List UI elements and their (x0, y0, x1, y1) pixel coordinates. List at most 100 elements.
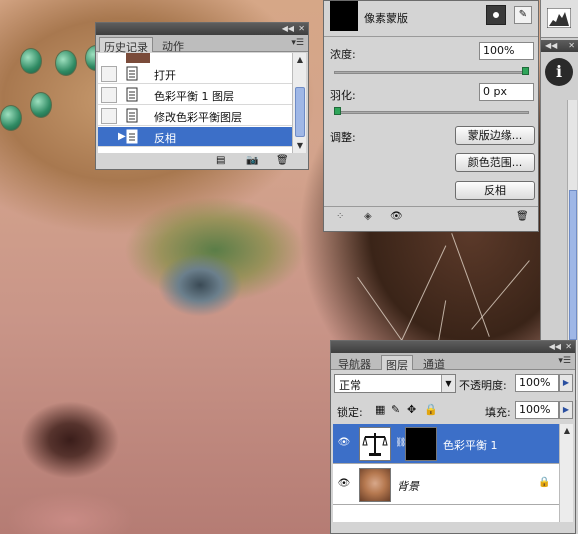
history-item-label: 反相 (154, 132, 176, 145)
dock-titlebar[interactable]: ◀◀ ✕ (541, 40, 578, 52)
collapse-icon[interactable]: ◀◀ (545, 41, 557, 51)
close-icon[interactable]: ✕ (568, 41, 575, 51)
density-slider-track[interactable] (334, 71, 529, 74)
balance-scale-icon (362, 433, 388, 456)
collapse-icon[interactable]: ◀◀ (549, 342, 561, 352)
history-state-checkbox[interactable] (101, 66, 117, 82)
apply-mask-icon[interactable]: ◈ (364, 211, 372, 222)
eye-icon[interactable]: 👁 (337, 436, 351, 450)
scrollbar-thumb[interactable] (295, 87, 305, 137)
masks-panel: 像素蒙版 ✎ 浓度: 100% 羽化: 0 px 调整: 蒙版边缘... 颜色范… (323, 0, 539, 232)
close-icon[interactable]: ✕ (298, 24, 305, 34)
history-item-selected[interactable]: ▶ 反相 (98, 127, 296, 147)
jewel-decoration (20, 48, 42, 74)
history-item-label: 打开 (154, 69, 176, 82)
history-state-checkbox[interactable] (101, 87, 117, 103)
history-panel: ◀◀ ✕ 历史记录 动作 ▾☰ 打开 色彩平衡 1 图层 修改色彩平衡图层 ▶ … (95, 22, 309, 170)
scroll-down-icon[interactable]: ▼ (295, 141, 305, 151)
lock-label: 锁定: (337, 406, 363, 419)
history-state-checkbox[interactable] (101, 108, 117, 124)
pixel-mask-icon[interactable] (486, 5, 506, 25)
eye-icon[interactable]: 👁 (390, 211, 403, 222)
adjust-label: 调整: (330, 131, 356, 144)
density-slider-knob[interactable] (522, 67, 529, 75)
tab-layers[interactable]: 图层 (381, 355, 413, 372)
layer-mask-thumbnail[interactable] (405, 427, 437, 461)
history-titlebar[interactable]: ◀◀ ✕ (96, 23, 308, 35)
density-field[interactable]: 100% (479, 42, 534, 60)
tab-history[interactable]: 历史记录 (99, 37, 153, 54)
blend-mode-select[interactable]: 正常 ▼ (334, 374, 456, 393)
layers-panel: ◀◀ ✕ 导航器 图层 通道 ▾☰ 正常 ▼ 不透明度: 100% ▶ 锁定: … (330, 340, 576, 534)
lock-icon: 🔒 (538, 477, 551, 488)
history-item[interactable]: 修改色彩平衡图层 (98, 106, 296, 126)
lock-transparent-icon[interactable]: ▦ (375, 403, 385, 416)
feather-slider-knob[interactable] (334, 107, 341, 115)
hair-strand (357, 276, 404, 344)
divider (324, 36, 538, 37)
adjustment-layer-icon[interactable] (359, 427, 391, 461)
tab-actions[interactable]: 动作 (158, 37, 188, 53)
lock-all-icon[interactable]: 🔒 (424, 403, 438, 416)
history-state-checkbox[interactable] (101, 129, 117, 145)
opacity-field[interactable]: 100% (515, 374, 559, 392)
load-selection-icon[interactable]: ⁘ (336, 211, 344, 222)
info-icon[interactable]: i (545, 58, 573, 86)
hair-strand (471, 260, 530, 330)
chevron-down-icon[interactable]: ▼ (441, 375, 455, 392)
blend-mode-value: 正常 (339, 379, 361, 392)
eye-icon[interactable]: 👁 (337, 477, 351, 491)
tab-channels[interactable]: 通道 (419, 355, 449, 371)
close-icon[interactable]: ✕ (565, 342, 572, 352)
layer-name[interactable]: 色彩平衡 1 (443, 437, 498, 453)
vector-mask-icon[interactable]: ✎ (514, 6, 532, 24)
scroll-up-icon[interactable]: ▲ (295, 55, 305, 65)
history-scrollbar[interactable]: ▲ ▼ (292, 53, 306, 153)
layer-name[interactable]: 背景 (397, 478, 419, 494)
invert-button[interactable]: 反相 (455, 181, 535, 200)
opacity-slider-toggle-icon[interactable]: ▶ (559, 374, 573, 392)
lock-position-icon[interactable]: ✥ (407, 403, 416, 416)
color-range-button[interactable]: 颜色范围... (455, 153, 535, 172)
layer-row-background[interactable]: 👁 背景 🔒 (333, 465, 559, 505)
new-document-from-state-icon[interactable]: ▤ (216, 155, 225, 166)
layers-titlebar[interactable]: ◀◀ ✕ (331, 341, 575, 353)
history-step-icon (126, 129, 140, 145)
scroll-up-icon[interactable]: ▲ (562, 426, 572, 436)
trash-icon[interactable]: 🗑 (276, 155, 289, 166)
scrollbar-thumb[interactable] (569, 190, 577, 340)
lock-image-icon[interactable]: ✎ (391, 403, 400, 416)
collapse-icon[interactable]: ◀◀ (282, 24, 294, 34)
histogram-dock-button[interactable] (541, 0, 578, 38)
panel-menu-icon[interactable]: ▾☰ (558, 356, 571, 366)
history-tabs: 历史记录 动作 ▾☰ (96, 35, 308, 54)
layers-tabs: 导航器 图层 通道 ▾☰ (331, 353, 575, 372)
layers-list: 👁 ⛓ 色彩平衡 1 👁 背景 🔒 (333, 424, 559, 522)
layer-thumbnail[interactable] (359, 468, 391, 502)
density-label: 浓度: (330, 48, 356, 61)
history-step-icon (126, 66, 140, 82)
snapshot-thumbnail[interactable] (126, 53, 150, 63)
history-brush-marker-icon: ▶ (118, 131, 126, 142)
feather-field[interactable]: 0 px (479, 83, 534, 101)
trash-icon[interactable]: 🗑 (516, 211, 529, 222)
feather-label: 羽化: (330, 89, 356, 102)
fill-slider-toggle-icon[interactable]: ▶ (559, 401, 573, 419)
layers-scrollbar[interactable]: ▲ (559, 424, 573, 522)
hair-strand (451, 233, 490, 337)
layer-row-color-balance[interactable]: 👁 ⛓ 色彩平衡 1 (333, 424, 559, 464)
history-footer: ▤ 📷 🗑 (96, 154, 308, 169)
history-item[interactable]: 色彩平衡 1 图层 (98, 85, 296, 105)
jewel-decoration (0, 105, 22, 131)
panel-menu-icon[interactable]: ▾☰ (291, 38, 304, 48)
mask-type-label: 像素蒙版 (364, 12, 408, 25)
fill-field[interactable]: 100% (515, 401, 559, 419)
tab-navigator[interactable]: 导航器 (334, 355, 375, 371)
feather-slider-track[interactable] (334, 111, 529, 114)
jewel-decoration (30, 92, 52, 118)
new-snapshot-icon[interactable]: 📷 (246, 155, 258, 166)
history-item[interactable]: 打开 (98, 64, 296, 84)
mask-edge-button[interactable]: 蒙版边缘... (455, 126, 535, 145)
opacity-label: 不透明度: (459, 379, 507, 392)
mask-thumbnail[interactable] (330, 1, 358, 31)
